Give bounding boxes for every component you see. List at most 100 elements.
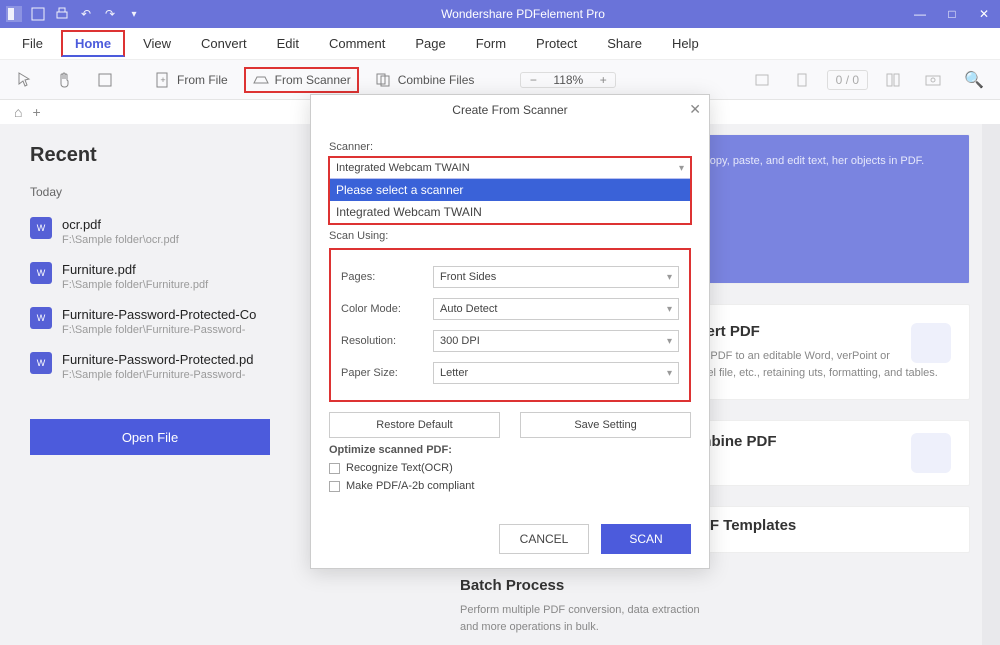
resolution-select[interactable]: 300 DPI▾ [433,330,679,352]
search-icon[interactable]: 🔍 [958,68,990,92]
chevron-down-icon: ▾ [667,304,672,315]
hand-tool-icon[interactable] [50,69,80,91]
titlebar-left: ↶ ↷ ▾ [0,6,142,22]
cards-column: ut, copy, paste, and edit text, her obje… [670,134,970,553]
minimize-button[interactable]: — [904,0,936,28]
zoom-value[interactable]: 118% [545,73,591,87]
edit-tool-icon[interactable] [90,69,120,91]
from-file-button[interactable]: +From File [148,69,234,91]
screenshot-icon[interactable] [918,69,948,91]
checkbox-icon [329,481,340,492]
batch-title: Batch Process [460,577,700,594]
dialog-close-button[interactable]: ✕ [689,101,701,118]
menu-view[interactable]: View [131,32,183,55]
combine-label: Combine Files [398,73,475,87]
pages-select[interactable]: Front Sides▾ [433,266,679,288]
from-file-label: From File [177,73,228,87]
menu-edit[interactable]: Edit [265,32,311,55]
scanner-select-highlight: Integrated Webcam TWAIN ▾ Please select … [329,157,691,224]
pdf-icon: W [30,307,52,329]
ocr-label: Recognize Text(OCR) [346,462,453,474]
zoom-in-button[interactable]: + [591,73,615,87]
print-icon[interactable] [54,6,70,22]
dialog-header: Create From Scanner ✕ [311,95,709,125]
scanner-select[interactable]: Integrated Webcam TWAIN ▾ [329,157,691,179]
zoom-control: − 118% + [520,72,616,88]
save-icon[interactable] [30,6,46,22]
pdfa-label: Make PDF/A-2b compliant [346,480,474,492]
file-path: F:\Sample folder\Furniture-Password- [62,324,256,336]
scanner-option[interactable]: Please select a scanner [330,179,690,201]
menu-file[interactable]: File [10,32,55,55]
cancel-button[interactable]: CANCEL [499,524,589,554]
pdfa-checkbox[interactable]: Make PDF/A-2b compliant [329,480,691,492]
scanner-option[interactable]: Integrated Webcam TWAIN [330,201,690,223]
menu-help[interactable]: Help [660,32,711,55]
window-title: Wondershare PDFelement Pro [142,7,904,21]
menu-home[interactable]: Home [61,30,125,57]
combine-pdf-card[interactable]: umbine PDF [670,420,970,486]
maximize-button[interactable]: □ [936,0,968,28]
color-value: Auto Detect [440,303,497,315]
page-total: 0 [852,73,859,87]
from-scanner-button[interactable]: From Scanner [244,67,359,93]
resolution-label: Resolution: [341,335,421,347]
chevron-down-icon: ▾ [667,368,672,379]
right-scrollbar[interactable] [982,124,1000,645]
open-file-button[interactable]: Open File [30,419,270,455]
save-setting-button[interactable]: Save Setting [520,412,691,438]
menu-comment[interactable]: Comment [317,32,397,55]
file-path: F:\Sample folder\Furniture-Password- [62,369,253,381]
optimize-label: Optimize scanned PDF: [329,444,691,456]
file-name: ocr.pdf [62,217,179,232]
menu-page[interactable]: Page [403,32,457,55]
fit-page-icon[interactable] [787,69,817,91]
app-logo-icon [6,6,22,22]
combine-files-button[interactable]: Combine Files [369,69,481,91]
file-name: Furniture-Password-Protected-Co [62,307,256,322]
dialog-title: Create From Scanner [452,103,567,117]
fit-width-icon[interactable] [747,69,777,91]
convert-pdf-card[interactable]: nvert PDF vert PDF to an editable Word, … [670,304,970,400]
close-button[interactable]: ✕ [968,0,1000,28]
restore-default-button[interactable]: Restore Default [329,412,500,438]
view-mode-icon[interactable] [878,69,908,91]
zoom-out-button[interactable]: − [521,73,545,87]
edit-pdf-card[interactable]: ut, copy, paste, and edit text, her obje… [670,134,970,284]
home-tab-icon[interactable]: ⌂ [14,104,22,120]
menu-share[interactable]: Share [595,32,654,55]
new-tab-button[interactable]: + [32,104,40,120]
batch-process-block[interactable]: Batch Process Perform multiple PDF conve… [460,577,700,635]
undo-icon[interactable]: ↶ [78,6,94,22]
paper-size-select[interactable]: Letter ▾ [433,362,679,384]
file-name: Furniture-Password-Protected.pd [62,352,253,367]
paper-value: Letter [440,367,468,379]
pdf-icon: W [30,352,52,374]
redo-icon[interactable]: ↷ [102,6,118,22]
scan-using-label: Scan Using: [329,230,691,242]
file-path: F:\Sample folder\Furniture.pdf [62,279,208,291]
ocr-checkbox[interactable]: Recognize Text(OCR) [329,462,691,474]
pdf-icon: W [30,217,52,239]
menu-protect[interactable]: Protect [524,32,589,55]
file-path: F:\Sample folder\ocr.pdf [62,234,179,246]
color-mode-label: Color Mode: [341,303,421,315]
chevron-down-icon[interactable]: ▾ [126,6,142,22]
menu-convert[interactable]: Convert [189,32,259,55]
menu-form[interactable]: Form [464,32,518,55]
scanner-value: Integrated Webcam TWAIN [336,162,470,174]
edit-card-body: ut, copy, paste, and edit text, her obje… [689,153,951,170]
pages-label: Pages: [341,271,421,283]
templates-card[interactable]: PDF Templates [670,506,970,553]
scan-button[interactable]: SCAN [601,524,691,554]
dialog-body: Scanner: Integrated Webcam TWAIN ▾ Pleas… [311,125,709,514]
combine-icon [911,433,951,473]
select-tool-icon[interactable] [10,69,40,91]
chevron-down-icon: ▾ [667,336,672,347]
titlebar: ↶ ↷ ▾ Wondershare PDFelement Pro — □ ✕ [0,0,1000,28]
color-mode-select[interactable]: Auto Detect ▾ [433,298,679,320]
dialog-footer: CANCEL SCAN [311,514,709,568]
convert-icon [911,323,951,363]
page-indicator[interactable]: 0 / 0 [827,70,868,90]
templates-card-title: PDF Templates [689,517,951,534]
